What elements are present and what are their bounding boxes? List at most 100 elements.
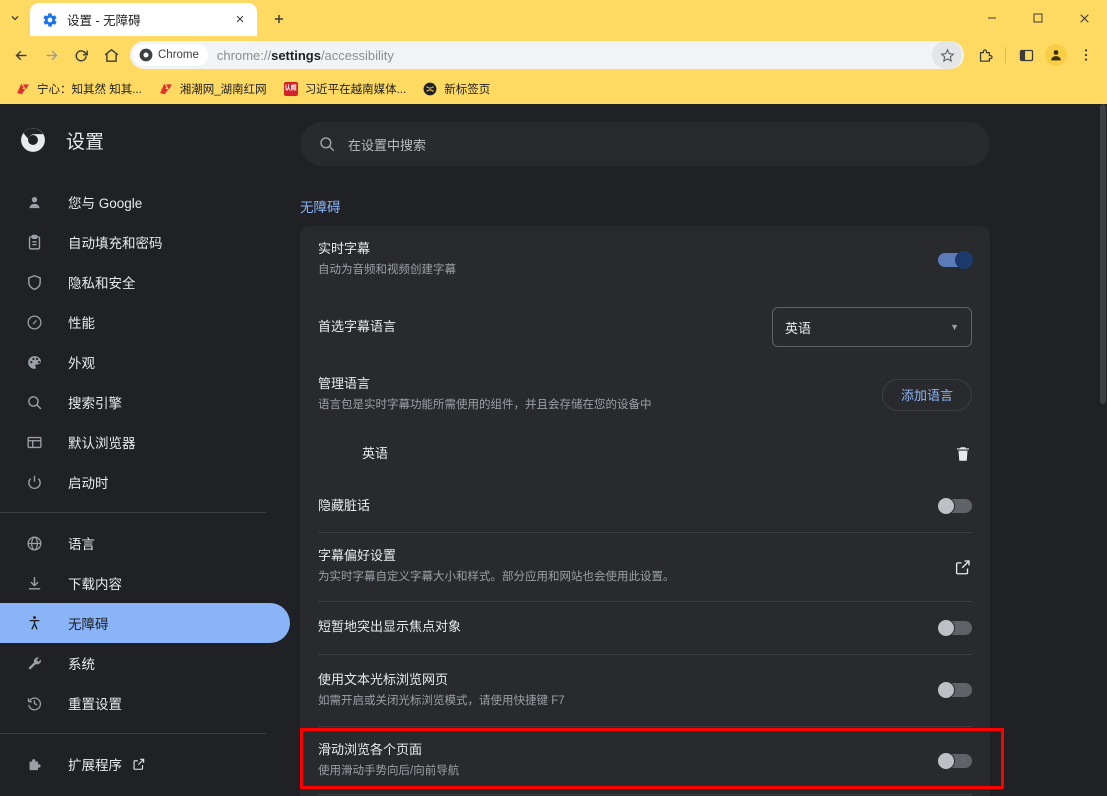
back-icon[interactable] bbox=[6, 40, 36, 70]
caption-language-select[interactable]: 英语 ▼ bbox=[772, 307, 972, 348]
sidebar-item-reset-settings[interactable]: 重置设置 bbox=[0, 683, 290, 723]
setting-row-caption-language[interactable]: 首选字幕语言 英语 ▼ bbox=[300, 293, 990, 361]
bookmark-item[interactable]: 新标签页 bbox=[415, 78, 497, 100]
live-caption-toggle[interactable] bbox=[938, 250, 973, 269]
sidebar-item-default-browser[interactable]: 默认浏览器 bbox=[0, 422, 290, 462]
tab-search-button[interactable] bbox=[0, 0, 30, 36]
external-link-icon[interactable] bbox=[132, 757, 146, 771]
sidebar-item-label: 搜索引擎 bbox=[68, 396, 122, 411]
caret-browsing-toggle[interactable] bbox=[937, 681, 972, 700]
external-link-icon[interactable] bbox=[954, 558, 972, 576]
bookmark-item[interactable]: 宁心：知其然 知其... bbox=[8, 78, 149, 100]
toggle-knob bbox=[955, 250, 973, 269]
minimize-button[interactable] bbox=[969, 0, 1015, 36]
profile-avatar[interactable] bbox=[1041, 40, 1071, 70]
sidebar-group-2: 语言 下载内容 无障碍 系统 重置设置 bbox=[0, 523, 290, 723]
setting-row-caret-browsing[interactable]: 使用文本光标浏览网页 如需开启或关闭光标浏览模式，请使用快捷键 F7 bbox=[300, 655, 990, 726]
setting-row-highlight-focus[interactable]: 短暂地突出显示焦点对象 bbox=[300, 602, 990, 654]
tab-title: 设置 - 无障碍 bbox=[67, 14, 141, 28]
settings-brand: 设置 bbox=[0, 112, 290, 168]
sidebar-item-downloads[interactable]: 下载内容 bbox=[0, 563, 290, 603]
sidebar-item-languages[interactable]: 语言 bbox=[0, 523, 290, 563]
speedometer-icon bbox=[24, 312, 44, 332]
row-text: 使用文本光标浏览网页 如需开启或关闭光标浏览模式，请使用快捷键 F7 bbox=[318, 671, 938, 710]
row-subtitle: 自动为音频和视频创建字幕 bbox=[318, 263, 456, 276]
side-panel-icon[interactable] bbox=[1011, 40, 1041, 70]
sidebar-item-label: 无障碍 bbox=[68, 617, 109, 632]
sidebar-item-label: 隐私和安全 bbox=[68, 276, 136, 291]
setting-row-manage-languages: 管理语言 语言包是实时字幕功能所需使用的组件，并且会存储在您的设备中 添加语言 bbox=[300, 361, 990, 428]
address-bar[interactable]: Chrome chrome://settings/accessibility bbox=[130, 41, 964, 69]
reload-icon[interactable] bbox=[66, 40, 96, 70]
sidebar-group-1: 您与 Google 自动填充和密码 隐私和安全 性能 外观 搜索引擎 默认浏览器… bbox=[0, 182, 290, 502]
window-controls bbox=[969, 0, 1107, 36]
bookmark-item[interactable]: 湘潮网_湖南红网 bbox=[151, 78, 274, 100]
sidebar-item-search-engine[interactable]: 搜索引擎 bbox=[0, 382, 290, 422]
toggle-knob bbox=[937, 681, 955, 700]
maximize-button[interactable] bbox=[1015, 0, 1061, 36]
sidebar-item-system[interactable]: 系统 bbox=[0, 643, 290, 683]
sidebar-item-autofill[interactable]: 自动填充和密码 bbox=[0, 222, 290, 262]
sidebar-item-you-and-google[interactable]: 您与 Google bbox=[0, 182, 290, 222]
sidebar-item-label: 语言 bbox=[68, 537, 95, 552]
setting-row-swipe-navigation[interactable]: 滑动浏览各个页面 使用滑动手势向后/向前导航 bbox=[300, 727, 990, 794]
home-icon[interactable] bbox=[96, 40, 126, 70]
accessibility-card: 实时字幕 自动为音频和视频创建字幕 首选字幕语言 英语 ▼ 管理语言 语言包是实… bbox=[300, 226, 990, 796]
setting-row-live-caption[interactable]: 实时字幕 自动为音频和视频创建字幕 bbox=[300, 226, 990, 293]
sidebar-item-on-startup[interactable]: 启动时 bbox=[0, 462, 290, 502]
hide-profanity-toggle[interactable] bbox=[937, 497, 972, 516]
page-title: 设置 bbox=[66, 131, 105, 153]
settings-page: 设置 您与 Google 自动填充和密码 隐私和安全 性能 外观 搜索引擎 默认… bbox=[0, 104, 1107, 796]
close-window-button[interactable] bbox=[1061, 0, 1107, 36]
sidebar-item-label: 您与 Google bbox=[68, 196, 143, 211]
bookmark-item[interactable]: 认照 习近平在越南媒体... bbox=[276, 78, 414, 100]
puzzle-icon bbox=[24, 754, 44, 774]
forward-icon[interactable] bbox=[36, 40, 66, 70]
chrome-logo-icon bbox=[20, 127, 46, 153]
bookmark-favicon bbox=[422, 81, 438, 97]
chrome-menu-icon[interactable] bbox=[1071, 40, 1101, 70]
sidebar-item-appearance[interactable]: 外观 bbox=[0, 342, 290, 382]
sidebar-item-performance[interactable]: 性能 bbox=[0, 302, 290, 342]
language-list-item: 英语 bbox=[300, 428, 990, 480]
sidebar-item-accessibility[interactable]: 无障碍 bbox=[0, 603, 290, 643]
toggle-knob bbox=[937, 497, 955, 516]
sidebar-item-extensions[interactable]: 扩展程序 bbox=[0, 744, 290, 784]
sidebar-item-privacy[interactable]: 隐私和安全 bbox=[0, 262, 290, 302]
chrome-chip: Chrome bbox=[133, 44, 208, 66]
close-icon[interactable]: × bbox=[231, 11, 249, 29]
toolbar-right bbox=[970, 40, 1101, 70]
extensions-icon[interactable] bbox=[970, 40, 1000, 70]
row-title: 管理语言 bbox=[318, 376, 371, 392]
row-text: 英语 bbox=[362, 445, 954, 464]
power-icon bbox=[24, 472, 44, 492]
highlight-focus-toggle[interactable] bbox=[937, 618, 972, 637]
scrollbar-thumb[interactable] bbox=[1100, 104, 1106, 404]
bookmark-star-icon[interactable] bbox=[932, 41, 962, 69]
sidebar-item-label: 外观 bbox=[68, 356, 95, 371]
swipe-navigation-toggle[interactable] bbox=[937, 751, 972, 770]
bookmark-favicon bbox=[158, 81, 174, 97]
url-text: chrome://settings/accessibility bbox=[216, 47, 394, 63]
tab-strip: 设置 - 无障碍 × bbox=[0, 0, 1107, 36]
new-tab-button[interactable] bbox=[265, 5, 293, 33]
wrench-icon bbox=[24, 653, 44, 673]
add-language-button[interactable]: 添加语言 bbox=[881, 378, 972, 411]
browser-tab[interactable]: 设置 - 无障碍 × bbox=[30, 3, 257, 36]
bookmark-favicon-text: 认照 bbox=[283, 82, 298, 96]
settings-sidebar: 设置 您与 Google 自动填充和密码 隐私和安全 性能 外观 搜索引擎 默认… bbox=[0, 104, 290, 796]
row-title: 首选字幕语言 bbox=[318, 318, 397, 334]
select-value: 英语 bbox=[785, 320, 812, 336]
toolbar-divider bbox=[1005, 47, 1006, 63]
trash-icon[interactable] bbox=[954, 445, 972, 463]
sidebar-item-about-chrome[interactable]: 关于 Chrome bbox=[0, 784, 290, 796]
browser-icon bbox=[24, 432, 44, 452]
setting-row-hide-profanity[interactable]: 隐藏脏话 bbox=[300, 480, 990, 532]
row-text: 实时字幕 自动为音频和视频创建字幕 bbox=[318, 240, 938, 279]
search-input[interactable]: 在设置中搜索 bbox=[300, 122, 990, 166]
search-area: 在设置中搜索 bbox=[290, 104, 1107, 166]
bookmarks-bar: 宁心：知其然 知其... 湘潮网_湖南红网 认照 习近平在越南媒体... 新标签… bbox=[0, 74, 1107, 104]
setting-row-caption-preferences[interactable]: 字幕偏好设置 为实时字幕自定义字幕大小和样式。部分应用和网站也会使用此设置。 bbox=[300, 533, 990, 600]
row-title: 滑动浏览各个页面 bbox=[318, 741, 423, 757]
page-scrollbar[interactable] bbox=[1099, 104, 1107, 796]
